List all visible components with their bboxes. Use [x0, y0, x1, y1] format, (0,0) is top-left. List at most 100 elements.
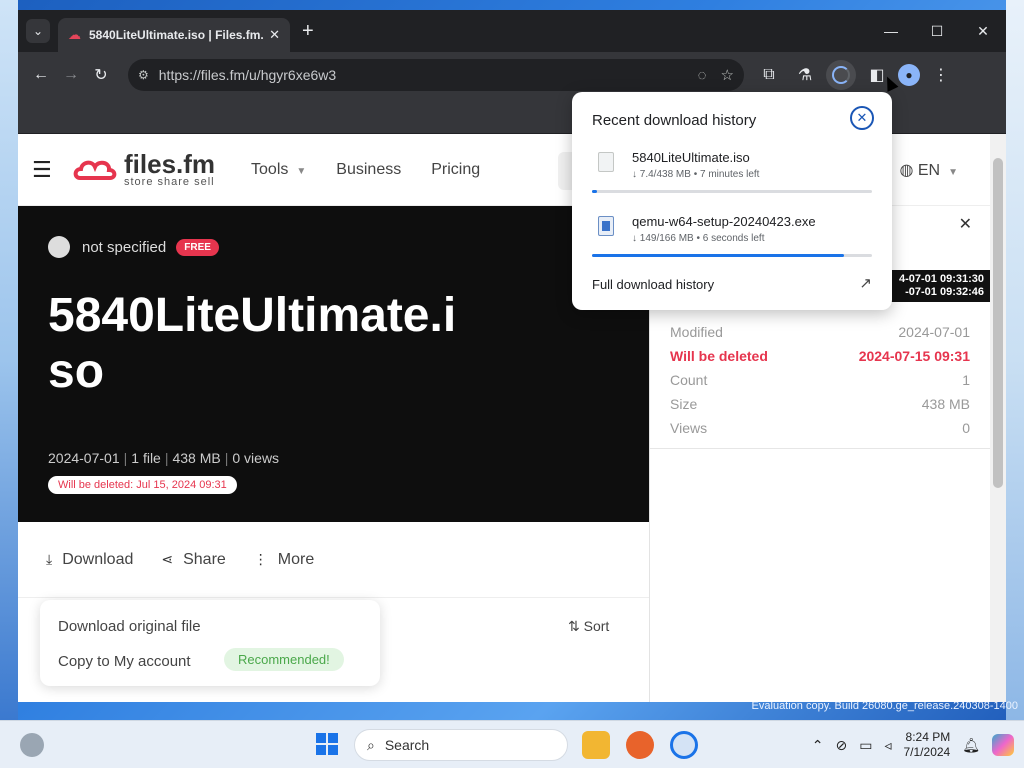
volume-icon[interactable]: ◃ — [884, 737, 891, 754]
row-label: Size — [670, 396, 698, 412]
cloud-logo-icon — [73, 160, 117, 180]
share-label: Share — [183, 550, 226, 568]
file-hero: not specified FREE 5840LiteUltimate.iso … — [18, 206, 649, 522]
date-line-1: 4-07-01 09:31:30 — [898, 273, 984, 285]
page-scrollbar[interactable] — [990, 134, 1006, 702]
date-line-2: -07-01 09:32:46 — [905, 286, 984, 298]
language-selector[interactable]: ◍ EN ▼ — [899, 160, 958, 180]
chevron-up-icon[interactable]: ⌃ — [812, 737, 824, 754]
file-meta: 2024-07-01 | 1 file | 438 MB | 0 views — [48, 450, 280, 466]
nav-tools-label: Tools — [251, 160, 289, 178]
close-panel-icon[interactable]: ✕ — [959, 214, 972, 234]
desktop-background-left — [0, 0, 18, 720]
close-popup-icon[interactable]: ✕ — [850, 106, 874, 130]
widgets-icon[interactable] — [20, 733, 44, 757]
caret-down-icon: ▼ — [296, 165, 307, 177]
sort-button[interactable]: ⇅ Sort — [568, 618, 609, 635]
globe-icon: ◍ — [899, 162, 918, 179]
clock-date: 7/1/2024 — [903, 745, 951, 759]
maximize-button[interactable]: ☐ — [914, 10, 960, 52]
menu-kebab-icon[interactable]: ⋮ — [926, 60, 956, 90]
nav-business[interactable]: Business — [336, 161, 401, 179]
logo-name: files.fm — [124, 149, 216, 179]
caret-down-icon: ▼ — [948, 167, 958, 178]
download-dropdown-menu: Download original file Copy to My accoun… — [40, 600, 380, 686]
extensions-icon[interactable]: ⧉ — [754, 60, 784, 90]
delete-notice-badge: Will be deleted: Jul 15, 2024 09:31 — [48, 476, 237, 494]
tab-strip: ⌄ ☁ 5840LiteUltimate.iso | Files.fm. ✕ +… — [18, 10, 1006, 52]
popup-heading: Recent download history — [592, 112, 757, 129]
display-icon[interactable]: ▭ — [859, 737, 872, 754]
reload-button[interactable]: ↻ — [86, 60, 116, 90]
files-fm-favicon-icon: ☁ — [68, 27, 81, 42]
sort-label: Sort — [583, 618, 610, 634]
notification-bell-icon[interactable]: 🔔︎ — [962, 737, 980, 754]
copilot-icon[interactable] — [992, 734, 1014, 756]
windows-taskbar: ⌕ Search ⌃ ⊘ ▭ ◃ 8:24 PM 7/1/2024 🔔︎ — [0, 720, 1024, 768]
download-label: Download — [62, 550, 134, 568]
info-row-size: Size 438 MB — [670, 396, 970, 412]
url-text: https://files.fm/u/hgyr6xe6w3 — [158, 67, 337, 83]
more-button[interactable]: ⋮ More — [254, 551, 314, 569]
row-value: 2024-07-01 — [898, 324, 970, 340]
download-button[interactable]: ⤓ Download — [46, 551, 133, 569]
language-label: EN — [917, 162, 941, 179]
tab-search-button[interactable]: ⌄ — [26, 19, 50, 43]
row-value: 2024-07-15 09:31 — [858, 348, 970, 364]
site-logo[interactable]: files.fm store share sell — [72, 151, 215, 188]
owner-name: not specified — [82, 238, 167, 256]
toolbar-actions: ⧉ ⚗ ◧ ● ⋮ — [754, 60, 956, 90]
download-name: qemu-w64-setup-20240423.exe — [632, 214, 816, 229]
scrollbar-thumb[interactable] — [993, 158, 1003, 488]
profile-avatar[interactable]: ● — [898, 64, 920, 86]
nav-tools[interactable]: Tools ▼ — [251, 161, 306, 179]
close-window-button[interactable]: ✕ — [960, 10, 1006, 52]
labs-flask-icon[interactable]: ⚗ — [790, 60, 820, 90]
firefox-icon[interactable] — [626, 731, 654, 759]
start-button[interactable] — [316, 733, 338, 755]
download-name: 5840LiteUltimate.iso — [632, 150, 750, 165]
active-tab[interactable]: ☁ 5840LiteUltimate.iso | Files.fm. ✕ — [58, 18, 290, 52]
new-tab-button[interactable]: + — [302, 20, 314, 43]
downloads-button[interactable] — [826, 60, 856, 90]
forward-button[interactable]: → — [56, 60, 86, 90]
download-original-file-item[interactable]: Download original file — [58, 618, 201, 635]
download-status: ↓ 7.4/438 MB • 7 minutes left — [632, 169, 760, 180]
chrome-icon[interactable] — [670, 731, 698, 759]
info-row-deletion: Will be deleted 2024-07-15 09:31 — [670, 348, 970, 364]
network-off-icon[interactable]: ⊘ — [836, 737, 848, 754]
file-icon — [598, 152, 614, 172]
download-history-popup: Recent download history ✕ 5840LiteUltima… — [572, 92, 892, 310]
nav-pricing[interactable]: Pricing — [431, 161, 480, 179]
download-status: ↓ 149/166 MB • 6 seconds left — [632, 233, 765, 244]
hamburger-menu-icon[interactable]: ☰ — [32, 157, 62, 183]
bookmark-star-icon[interactable]: ☆ — [721, 66, 734, 84]
row-label: Modified — [670, 324, 723, 340]
system-tray: ⌃ ⊘ ▭ ◃ 8:24 PM 7/1/2024 🔔︎ — [812, 721, 1024, 768]
back-button[interactable]: ← — [26, 60, 56, 90]
meta-date: 2024-07-01 — [48, 450, 120, 466]
site-info-icon[interactable]: ⚙ — [138, 68, 149, 82]
minimize-button[interactable]: — — [868, 10, 914, 52]
download-progress-bar — [592, 190, 872, 193]
divider — [650, 448, 991, 449]
copy-to-account-item[interactable]: Copy to My account — [58, 653, 191, 670]
file-actions: ⤓ Download ⋖ Share ⋮ More — [18, 522, 649, 598]
open-external-icon[interactable]: ↗ — [859, 274, 872, 292]
taskbar-search[interactable]: ⌕ Search — [354, 729, 568, 761]
file-explorer-icon[interactable] — [582, 731, 610, 759]
free-badge: FREE — [176, 238, 219, 256]
kebab-icon: ⋮ — [253, 551, 268, 567]
share-button[interactable]: ⋖ Share — [161, 551, 225, 569]
clock[interactable]: 8:24 PM 7/1/2024 — [904, 730, 951, 760]
meta-size: 438 MB — [172, 450, 221, 466]
address-bar[interactable]: ⚙ https://files.fm/u/hgyr6xe6w3 ◌ ☆ — [128, 59, 744, 91]
search-label: Search — [384, 737, 430, 753]
tracking-protection-icon[interactable]: ◌ — [698, 67, 707, 84]
row-value: 0 — [962, 420, 970, 436]
full-download-history-link[interactable]: Full download history — [592, 277, 714, 292]
row-value: 438 MB — [921, 396, 970, 412]
tab-close-icon[interactable]: ✕ — [269, 27, 280, 43]
owner-info: not specified FREE — [48, 236, 219, 258]
row-value: 1 — [962, 372, 970, 388]
